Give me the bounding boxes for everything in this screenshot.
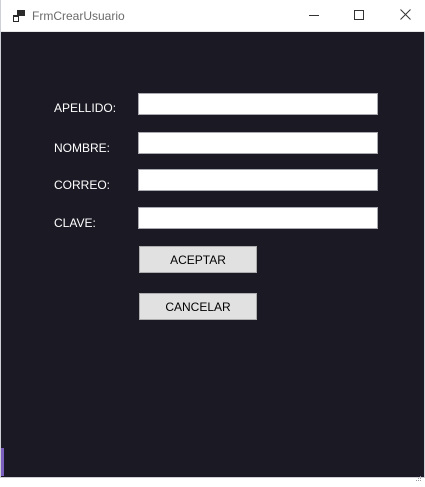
minimize-icon [309, 7, 319, 25]
apellido-label: APELLIDO: [54, 101, 117, 115]
clave-input[interactable] [138, 207, 378, 229]
minimize-button[interactable] [291, 0, 337, 32]
maximize-icon [354, 7, 364, 25]
title-bar[interactable]: FrmCrearUsuario [1, 0, 425, 32]
aceptar-button[interactable]: ACEPTAR [139, 246, 257, 273]
correo-label: CORREO: [54, 178, 111, 192]
cancelar-button[interactable]: CANCELAR [139, 293, 257, 320]
resize-grip-icon[interactable] [416, 469, 422, 481]
nombre-label: NOMBRE: [54, 141, 111, 155]
clave-label: CLAVE: [54, 216, 96, 230]
correo-input[interactable] [138, 169, 378, 191]
window-edge-accent [1, 448, 4, 476]
close-icon [399, 7, 411, 25]
maximize-button[interactable] [336, 0, 382, 32]
apellido-input[interactable] [138, 93, 378, 115]
close-button[interactable] [382, 0, 425, 32]
window-title: FrmCrearUsuario [32, 9, 125, 23]
nombre-input[interactable] [138, 132, 378, 154]
app-window-icon [13, 9, 25, 22]
form-window: FrmCrearUsuario APELLIDO: NOMBRE: CORREO… [0, 0, 425, 481]
